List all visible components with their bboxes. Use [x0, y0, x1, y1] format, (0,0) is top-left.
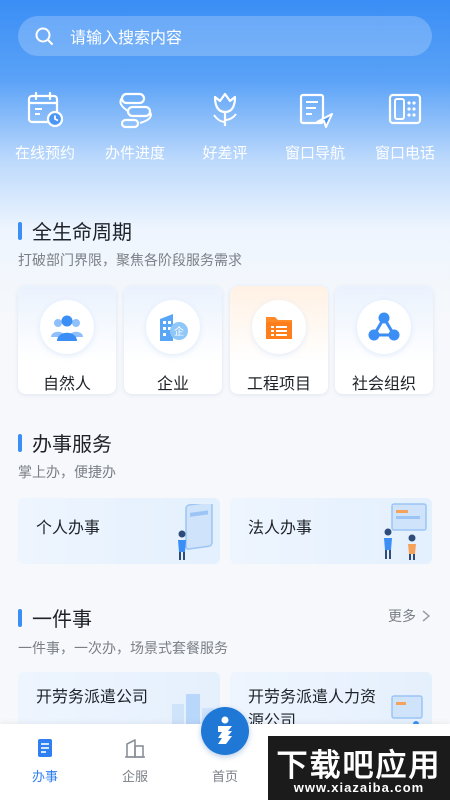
- tab-label: 企服: [121, 769, 148, 784]
- search-input[interactable]: 请输入搜索内容: [70, 24, 182, 48]
- calendar-clock-icon: [27, 91, 64, 128]
- card-label: 社会组织: [351, 376, 416, 393]
- telephone-icon: [388, 93, 422, 125]
- watermark-main: 下载吧应用: [276, 748, 442, 783]
- progress-flow-icon: [119, 92, 152, 129]
- lifecycle-card-project[interactable]: 工程项目: [230, 286, 328, 394]
- quick-action-label: 好差评: [202, 145, 248, 162]
- search-bar[interactable]: 请输入搜索内容: [18, 16, 432, 56]
- tab-label: 首页: [211, 769, 238, 784]
- search-icon: [35, 27, 53, 45]
- tulip-icon: [213, 92, 237, 126]
- section-marker: [18, 433, 22, 452]
- quick-action-window-phone[interactable]: 窗口电话: [360, 88, 450, 178]
- chevron-right-icon: [422, 610, 431, 622]
- one-thing-card-labor-dispatch-hr[interactable]: 开劳务派遣人力资源公司: [230, 672, 432, 732]
- section-title-text: 一件事: [32, 609, 92, 631]
- card-label: 开劳务派遣公司: [36, 689, 149, 706]
- lifecycle-card-enterprise[interactable]: 企 企业: [124, 286, 222, 394]
- services-section-title: 办事服务: [18, 428, 112, 457]
- quick-action-label: 窗口电话: [374, 145, 435, 162]
- tablet-person-illustration: [178, 504, 213, 560]
- people-icon: [40, 300, 94, 354]
- network-nodes-icon: [357, 300, 411, 354]
- quick-actions: 在线预约 办件进度 好差评 窗口导航 窗口电话: [0, 88, 450, 178]
- one-thing-card-labor-dispatch[interactable]: 开劳务派遣公司: [18, 672, 220, 732]
- document-send-icon: [299, 93, 333, 128]
- tab-qifu[interactable]: 企服: [90, 724, 180, 800]
- tab-label: 办事: [31, 769, 58, 784]
- quick-action-label: 办件进度: [104, 145, 165, 162]
- quick-action-label: 在线预约: [14, 145, 75, 162]
- presentation-people-illustration: [384, 503, 427, 560]
- lifecycle-subtitle: 打破部门界限，聚焦各阶段服务需求: [18, 252, 242, 268]
- home-logo-icon: [218, 716, 232, 744]
- quick-action-progress[interactable]: 办件进度: [90, 88, 180, 178]
- card-label: 企业: [156, 376, 189, 393]
- quick-action-label: 窗口导航: [284, 145, 345, 162]
- enterprise-building-icon: 企: [146, 300, 200, 354]
- tab-banshi[interactable]: 办事: [0, 724, 90, 800]
- card-label: 工程项目: [246, 376, 311, 393]
- quick-action-review[interactable]: 好差评: [180, 88, 270, 178]
- section-marker: [18, 221, 22, 240]
- watermark-url: www.xiazaiba.com: [293, 780, 425, 795]
- service-card-legal-entity[interactable]: 法人办事: [230, 498, 432, 564]
- home-logo-button[interactable]: [201, 707, 249, 755]
- section-title-text: 办事服务: [32, 434, 112, 456]
- more-label: 更多: [388, 608, 416, 624]
- lifecycle-card-social-organization[interactable]: 社会组织: [335, 286, 433, 394]
- watermark: 下载吧应用 www.xiazaiba.com: [268, 736, 450, 800]
- lifecycle-card-natural-person[interactable]: 自然人: [18, 286, 116, 394]
- project-folder-icon: [252, 300, 306, 354]
- one-thing-subtitle: 一件事，一次办，场景式套餐服务: [18, 640, 228, 656]
- service-card-personal[interactable]: 个人办事: [18, 498, 220, 564]
- svg-text:企: 企: [174, 325, 184, 338]
- card-label: 法人办事: [248, 520, 313, 537]
- section-marker: [18, 608, 22, 627]
- building-icon: [125, 739, 145, 758]
- one-thing-section-title: 一件事: [18, 603, 92, 632]
- services-subtitle: 掌上办，便捷办: [18, 464, 116, 480]
- card-label: 个人办事: [36, 520, 101, 537]
- quick-action-window-navigation[interactable]: 窗口导航: [270, 88, 360, 178]
- section-title-text: 全生命周期: [32, 222, 132, 244]
- quick-action-online-booking[interactable]: 在线预约: [0, 88, 90, 178]
- card-label: 自然人: [42, 376, 91, 393]
- lifecycle-section-title: 全生命周期: [18, 216, 132, 245]
- more-link[interactable]: 更多: [388, 606, 432, 626]
- document-list-icon: [38, 739, 52, 757]
